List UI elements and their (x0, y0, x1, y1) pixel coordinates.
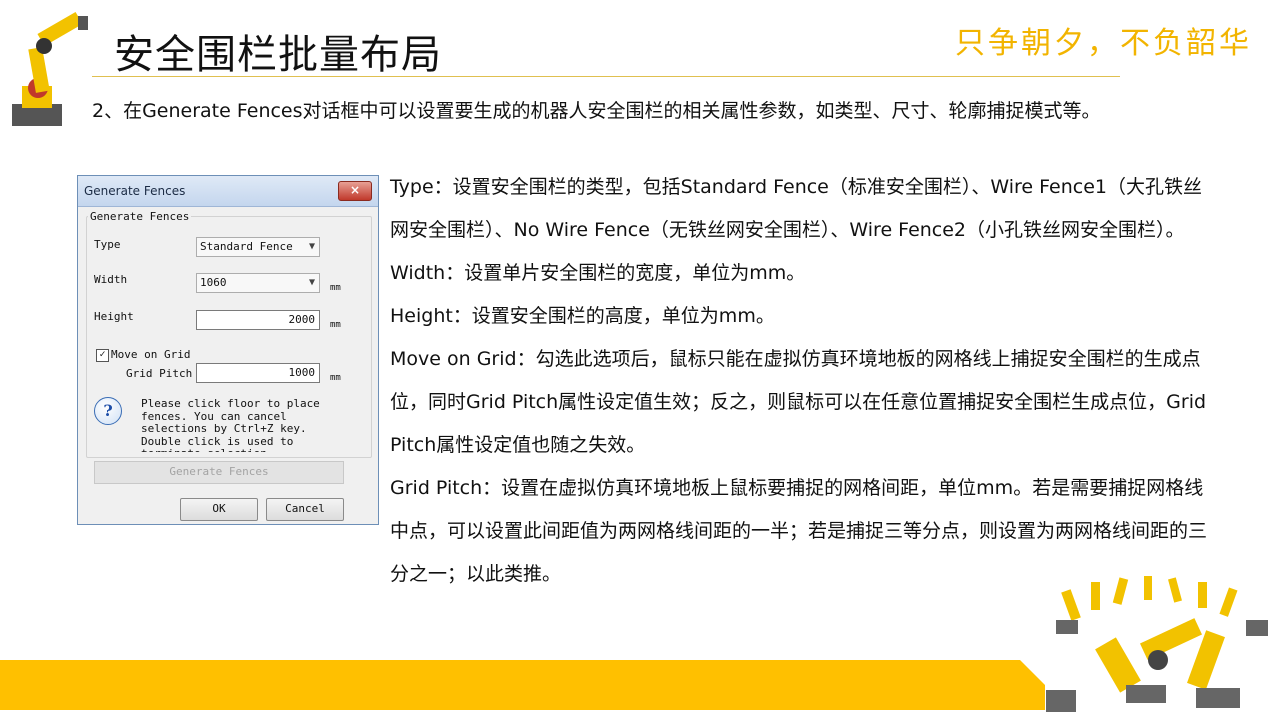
type-select-value: Standard Fence (200, 240, 293, 253)
title-divider (92, 76, 1120, 77)
type-select[interactable]: Standard Fence ▼ (196, 237, 320, 257)
intro-paragraph: 2、在Generate Fences对话框中可以设置要生成的机器人安全围栏的相关… (92, 100, 1101, 122)
width-label: Width (94, 273, 128, 286)
grid-pitch-unit: mm (330, 373, 341, 383)
slide-title: 安全围栏批量布局 (114, 32, 442, 78)
info-icon: ? (94, 397, 122, 425)
slogan: 只争朝夕，不负韶华 (955, 26, 1252, 61)
move-on-grid-checkbox[interactable]: ✓ (96, 349, 109, 362)
generate-fences-button[interactable]: Generate Fences (94, 461, 344, 484)
type-description: Type：设置安全围栏的类型，包括Standard Fence（标准安全围栏）、… (390, 176, 1202, 241)
dialog-titlebar: Generate Fences × (78, 176, 378, 207)
chevron-down-icon: ▼ (308, 277, 315, 288)
info-message: Please click floor to place fences. You … (141, 398, 320, 452)
generate-fences-dialog: Generate Fences × Generate Fences Type S… (77, 175, 379, 525)
width-select[interactable]: 1060 ▼ (196, 273, 320, 293)
ok-button[interactable]: OK (180, 498, 258, 521)
height-label: Height (94, 310, 134, 323)
height-description: Height：设置安全围栏的高度，单位为mm。 (390, 305, 775, 327)
width-unit: mm (330, 283, 341, 293)
description-list: Type：设置安全围栏的类型，包括Standard Fence（标准安全围栏）、… (390, 166, 1210, 596)
type-label: Type (94, 238, 121, 251)
robot-arm-image (12, 11, 88, 126)
move-on-grid-label: Move on Grid (111, 348, 191, 361)
chevron-down-icon: ▼ (308, 241, 315, 252)
height-unit: mm (330, 320, 341, 330)
close-icon[interactable]: × (338, 181, 372, 201)
cancel-button[interactable]: Cancel (266, 498, 344, 521)
dialog-title: Generate Fences (84, 184, 186, 198)
robot-group-image (1046, 576, 1268, 712)
group-label: Generate Fences (88, 210, 192, 223)
width-select-value: 1060 (200, 276, 227, 289)
height-input[interactable]: 2000 (196, 310, 320, 330)
grid-pitch-label: Grid Pitch (126, 367, 193, 380)
move-on-grid-description: Move on Grid：勾选此选项后，鼠标只能在虚拟仿真环境地板的网格线上捕捉… (390, 348, 1207, 456)
footer-band (0, 660, 1045, 710)
width-description: Width：设置单片安全围栏的宽度，单位为mm。 (390, 262, 806, 284)
grid-pitch-input[interactable]: 1000 (196, 363, 320, 383)
